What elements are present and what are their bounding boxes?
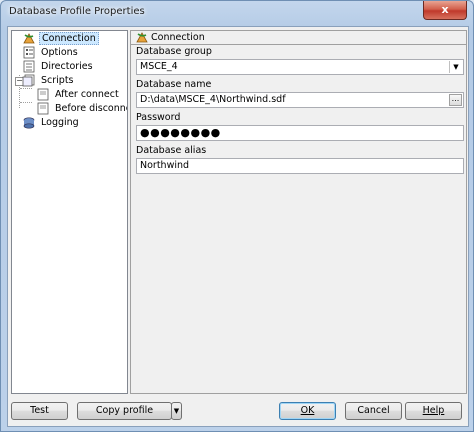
database-group-label: Database group (136, 46, 212, 57)
connection-icon (136, 32, 148, 43)
directories-icon (23, 60, 35, 73)
password-label: Password (136, 112, 181, 123)
script-file-icon (37, 102, 49, 115)
ok-button[interactable]: OK (279, 402, 336, 420)
database-alias-label: Database alias (136, 145, 207, 156)
password-value: ●●●●●●●● (140, 126, 221, 139)
close-button[interactable]: x (423, 1, 467, 20)
database-alias-value: Northwind (140, 160, 190, 171)
window-title: Database Profile Properties (9, 6, 145, 17)
help-button[interactable]: Help (405, 402, 462, 420)
tree-line (20, 88, 32, 89)
tree-item-label: After connect (55, 89, 119, 100)
tree-item-label: Logging (41, 117, 79, 128)
browse-button[interactable]: ... (449, 94, 462, 106)
database-alias-field[interactable]: Northwind (136, 158, 464, 174)
cancel-button[interactable]: Cancel (345, 402, 402, 420)
tree-item-label: Before disconnect (55, 103, 127, 114)
database-name-label: Database name (136, 79, 212, 90)
ok-label: OK (300, 405, 315, 416)
panel-title: Connection (151, 32, 205, 43)
scripts-icon (22, 74, 35, 87)
copy-profile-button[interactable]: Copy profile (77, 402, 172, 420)
dialog-client-area: Connection Options Directories − Scripts… (7, 26, 469, 427)
tree-item-label: Scripts (41, 75, 74, 86)
connection-panel: Connection Database group MSCE_4 ▼ Datab… (130, 30, 467, 394)
connection-icon (23, 33, 35, 44)
tree-item-label: Directories (41, 61, 93, 72)
panel-header: Connection (131, 31, 466, 45)
dialog-window: Database Profile Properties x Connection (0, 0, 474, 432)
database-name-field[interactable]: D:\data\MSCE_4\Northwind.sdf ... (136, 92, 464, 108)
title-bar[interactable]: Database Profile Properties x (1, 1, 473, 25)
chevron-down-icon[interactable]: ▼ (449, 61, 462, 73)
database-group-value: MSCE_4 (140, 61, 178, 72)
logging-icon (23, 117, 35, 129)
options-icon (23, 46, 35, 59)
copy-profile-dropdown-button[interactable]: ▼ (171, 402, 182, 420)
help-label: Help (422, 405, 445, 416)
database-name-value: D:\data\MSCE_4\Northwind.sdf (140, 94, 286, 105)
button-bar: Test Copy profile ▼ OK Cancel Help (8, 396, 468, 426)
test-button[interactable]: Test (11, 402, 68, 420)
password-field[interactable]: ●●●●●●●● (136, 125, 464, 141)
settings-tree[interactable]: Connection Options Directories − Scripts… (11, 30, 128, 394)
database-group-select[interactable]: MSCE_4 ▼ (136, 59, 464, 75)
tree-item-label: Options (41, 47, 78, 58)
tree-item-label: Connection (39, 32, 99, 45)
script-file-icon (37, 88, 49, 101)
tree-line (20, 102, 32, 103)
